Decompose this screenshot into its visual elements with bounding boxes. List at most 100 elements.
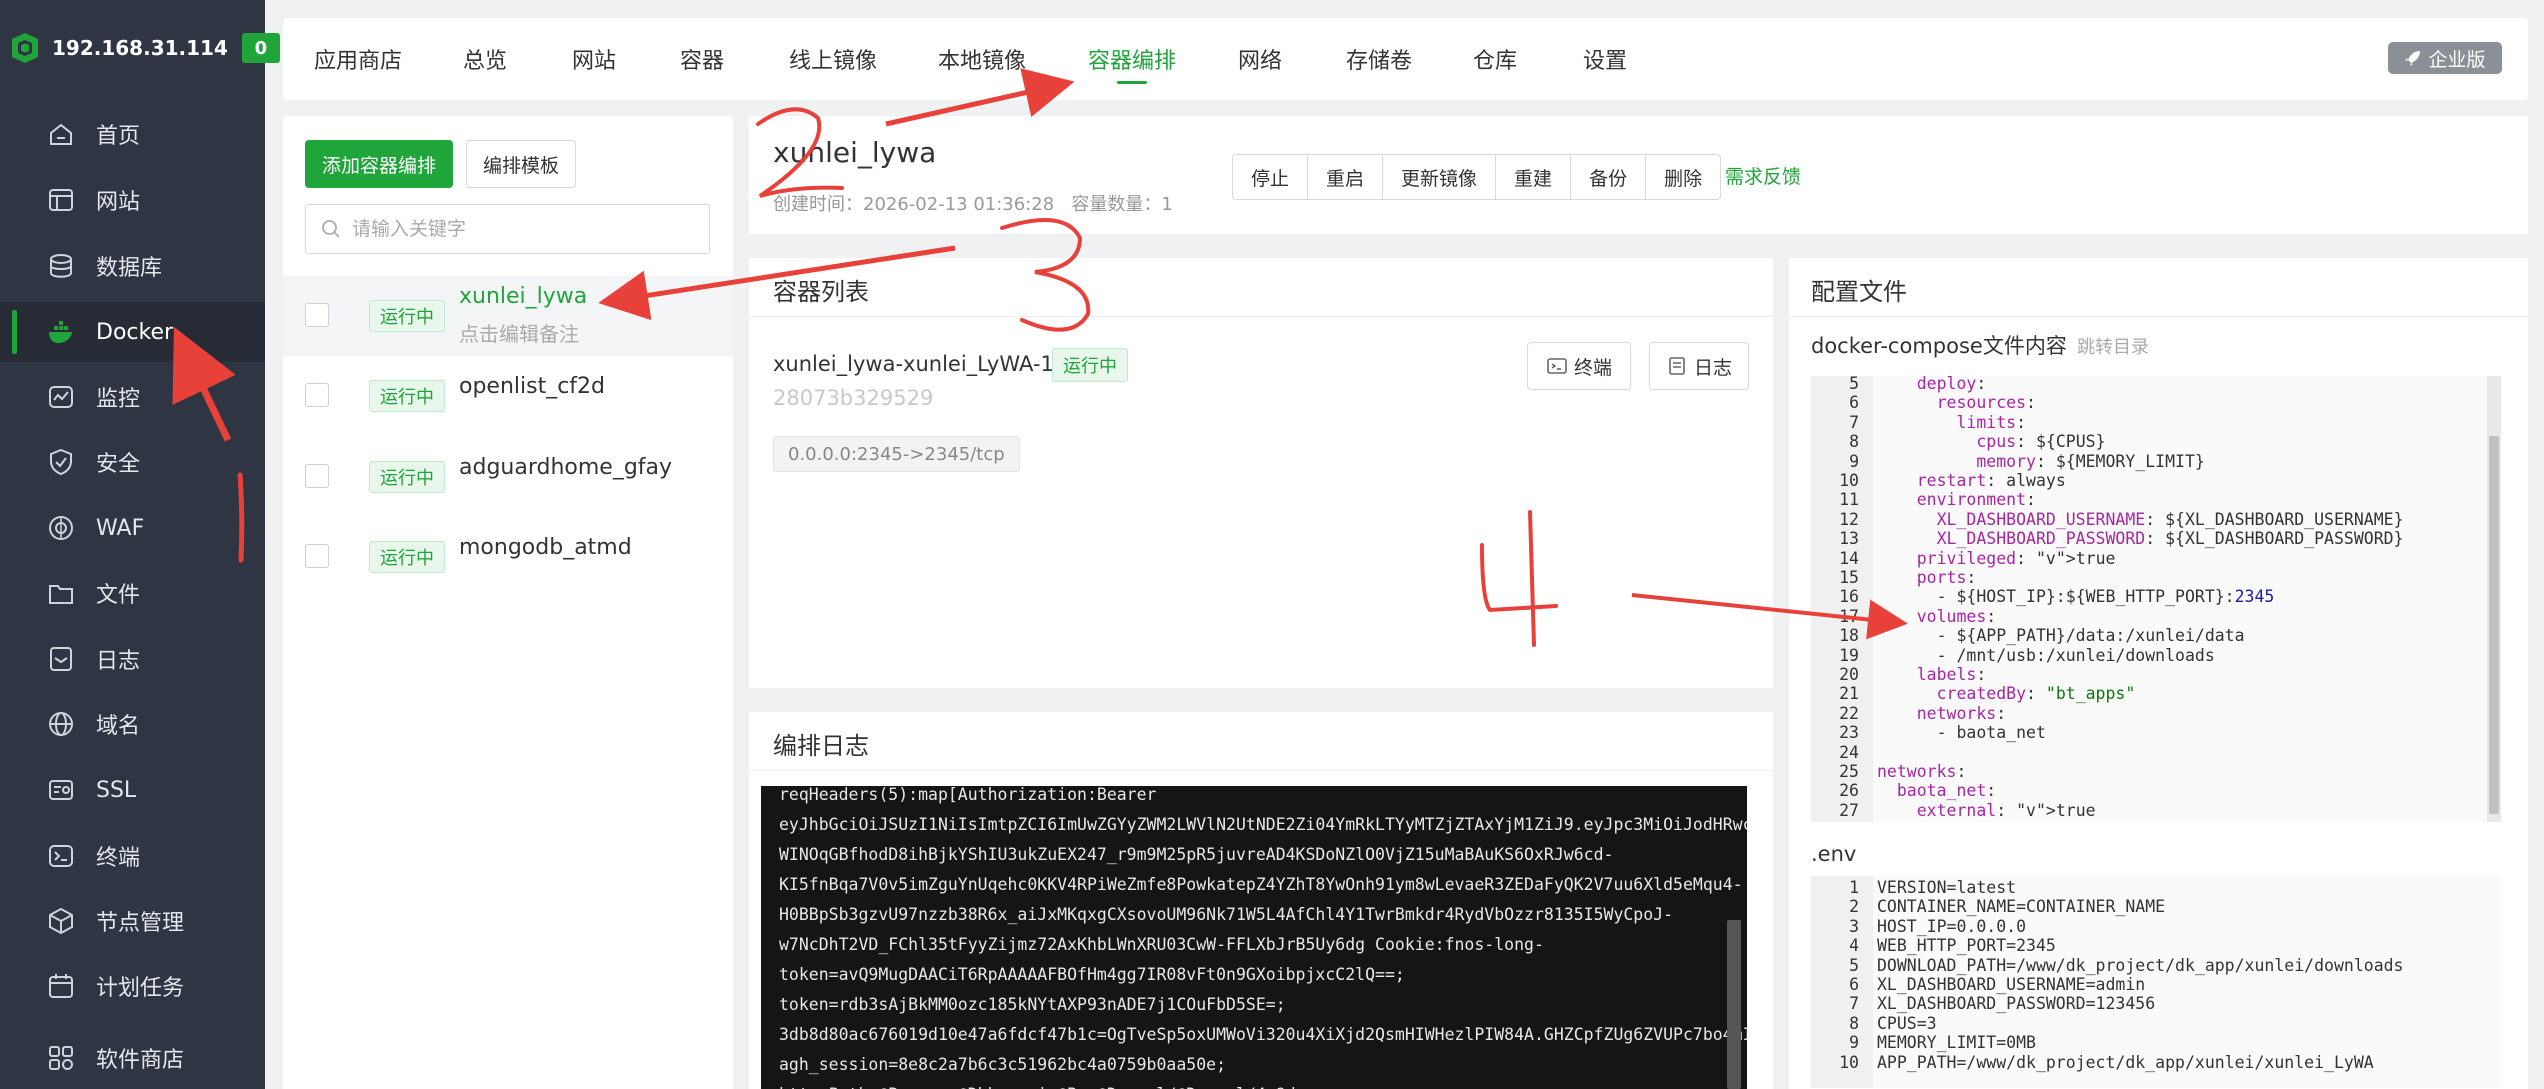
- tab-2[interactable]: 网站: [572, 18, 616, 100]
- project-name[interactable]: mongodb_atmd: [459, 535, 632, 560]
- line-number: 24: [1839, 742, 1859, 762]
- tab-10[interactable]: 设置: [1583, 18, 1627, 100]
- project-name[interactable]: adguardhome_gfay: [459, 455, 672, 480]
- status-badge: 运行中: [369, 461, 445, 493]
- log-button[interactable]: 日志: [1649, 342, 1749, 390]
- compose-log-panel: 编排日志 reqHeaders(5):map[Authorization:Bea…: [749, 712, 1773, 1089]
- sidebar-item-10[interactable]: SSL: [0, 760, 265, 820]
- container-name: xunlei_lywa-xunlei_LyWA-1: [773, 352, 1054, 376]
- sidebar-item-4[interactable]: 监控: [0, 367, 265, 427]
- waf-icon: [49, 516, 73, 540]
- sidebar-item-11[interactable]: 终端: [0, 826, 265, 886]
- sidebar-item-label: 文件: [96, 583, 141, 608]
- code-text: DOWNLOAD_PATH=/www/dk_project/dk_app/xun…: [1877, 955, 2404, 975]
- terminal-button[interactable]: 终端: [1527, 342, 1631, 390]
- log-line: w7NcDhT2VD_FChl35tFyyZijmz72AxKhbLWnXRU0…: [779, 935, 1544, 954]
- compose-template-button[interactable]: 编排模板: [466, 140, 576, 188]
- sidebar-item-5[interactable]: 安全: [0, 432, 265, 492]
- env-file-label: .env: [1811, 842, 1857, 866]
- project-row[interactable]: 运行中 openlist_cf2d: [283, 356, 733, 436]
- search-icon: [322, 220, 340, 238]
- line-number: 18: [1839, 626, 1859, 646]
- tab-6[interactable]: 容器编排: [1088, 18, 1176, 100]
- tab-5[interactable]: 本地镜像: [938, 18, 1026, 100]
- sidebar-item-12[interactable]: 节点管理: [0, 891, 265, 951]
- project-name[interactable]: openlist_cf2d: [459, 374, 605, 399]
- terminal-label: 终端: [1573, 356, 1612, 379]
- project-row[interactable]: 运行中 xunlei_lywa 点击编辑备注: [283, 276, 733, 356]
- action-button-2[interactable]: 更新镜像: [1383, 155, 1497, 199]
- code-text: networks:: [1916, 703, 2007, 723]
- sidebar-item-7[interactable]: 文件: [0, 563, 265, 623]
- line-number: 7: [1849, 994, 1859, 1014]
- sidebar-item-14[interactable]: 软件商店: [0, 1028, 265, 1088]
- sidebar-item-label: SSL: [96, 777, 137, 803]
- project-name[interactable]: xunlei_lywa: [459, 284, 587, 309]
- tab-7[interactable]: 网络: [1238, 18, 1282, 100]
- line-number: 11: [1839, 490, 1859, 510]
- action-button-4[interactable]: 备份: [1571, 155, 1647, 199]
- sidebar-item-3[interactable]: Docker: [0, 302, 265, 362]
- project-row[interactable]: 运行中 mongodb_atmd: [283, 517, 733, 597]
- project-title: xunlei_lywa: [773, 136, 937, 169]
- tab-8[interactable]: 存储卷: [1346, 18, 1412, 100]
- sidebar-item-1[interactable]: 网站: [0, 170, 265, 230]
- row-checkbox[interactable]: [305, 303, 329, 327]
- project-remark[interactable]: 点击编辑备注: [459, 318, 579, 347]
- add-compose-button[interactable]: 添加容器编排: [305, 140, 453, 188]
- compose-file-label: docker-compose文件内容: [1811, 334, 2067, 358]
- divider: [1789, 316, 2528, 317]
- sidebar-item-13[interactable]: 计划任务: [0, 956, 265, 1016]
- tab-4[interactable]: 线上镜像: [789, 18, 877, 100]
- host-ip: 192.168.31.114: [52, 36, 228, 60]
- sidebar-item-0[interactable]: 首页: [0, 104, 265, 164]
- line-number: 20: [1839, 665, 1859, 684]
- code-text: VERSION=latest: [1877, 878, 2017, 897]
- sidebar-item-6[interactable]: WAF: [0, 498, 265, 558]
- feedback-link[interactable]: 需求反馈: [1725, 162, 1801, 189]
- sidebar-item-label: 域名: [96, 714, 141, 739]
- log-output[interactable]: reqHeaders(5):map[Authorization:Bearer ey…: [761, 786, 1747, 1089]
- code-text: cpus: ${CPUS}: [1976, 432, 2106, 452]
- project-row[interactable]: 运行中 adguardhome_gfay: [283, 437, 733, 517]
- sidebar-item-label: 安全: [96, 452, 141, 477]
- message-badge[interactable]: 0: [241, 33, 280, 63]
- line-number: 13: [1839, 529, 1859, 549]
- enterprise-button[interactable]: 企业版: [2388, 42, 2502, 74]
- row-checkbox[interactable]: [305, 464, 329, 488]
- env-editor[interactable]: 1 VERSION=latest 2 CONTAINER_NAME=CONTAINER…: [1811, 876, 2501, 1088]
- code-text: APP_PATH=/www/dk_project/dk_app/xunlei/x…: [1877, 1052, 2374, 1072]
- log-line: reqHeaders(5):map[Authorization:Bearer: [779, 786, 1157, 804]
- code-text: resources:: [1936, 393, 2036, 413]
- action-button-0[interactable]: 停止: [1233, 155, 1309, 199]
- sidebar-item-label: 终端: [96, 846, 141, 871]
- sidebar-item-label: WAF: [96, 515, 145, 541]
- tab-9[interactable]: 仓库: [1473, 18, 1517, 100]
- sidebar-item-8[interactable]: 日志: [0, 629, 265, 689]
- row-checkbox[interactable]: [305, 383, 329, 407]
- tab-1[interactable]: 总览: [463, 18, 507, 100]
- line-number: 19: [1839, 645, 1859, 665]
- jump-directory-link[interactable]: 跳转目录: [2077, 333, 2149, 359]
- code-text: privileged: "v">true: [1916, 548, 2116, 568]
- tab-3[interactable]: 容器: [680, 18, 724, 100]
- status-badge: 运行中: [369, 541, 445, 573]
- sidebar-item-9[interactable]: 域名: [0, 694, 265, 754]
- config-title: 配置文件: [1811, 278, 1907, 306]
- action-button-1[interactable]: 重启: [1308, 155, 1384, 199]
- logo-icon: [12, 33, 38, 63]
- tab-0[interactable]: 应用商店: [314, 18, 402, 100]
- scroll-thumb[interactable]: [2489, 436, 2499, 814]
- row-checkbox[interactable]: [305, 544, 329, 568]
- line-number: 7: [1849, 412, 1859, 432]
- log-scrollbar[interactable]: [1727, 920, 1741, 1089]
- action-button-5[interactable]: 删除: [1646, 155, 1720, 199]
- sidebar-item-2[interactable]: 数据库: [0, 236, 265, 296]
- line-number: 5: [1849, 376, 1859, 393]
- compose-scrollbar[interactable]: [2487, 376, 2501, 822]
- compose-editor[interactable]: 5 deploy: 6 resources: 7 limits: 8 cpus: ${…: [1811, 376, 2501, 822]
- container-status-badge: 运行中: [1052, 348, 1128, 382]
- search-input[interactable]: [352, 218, 692, 240]
- action-button-3[interactable]: 重建: [1496, 155, 1572, 199]
- code-text: restart: always: [1916, 471, 2066, 490]
